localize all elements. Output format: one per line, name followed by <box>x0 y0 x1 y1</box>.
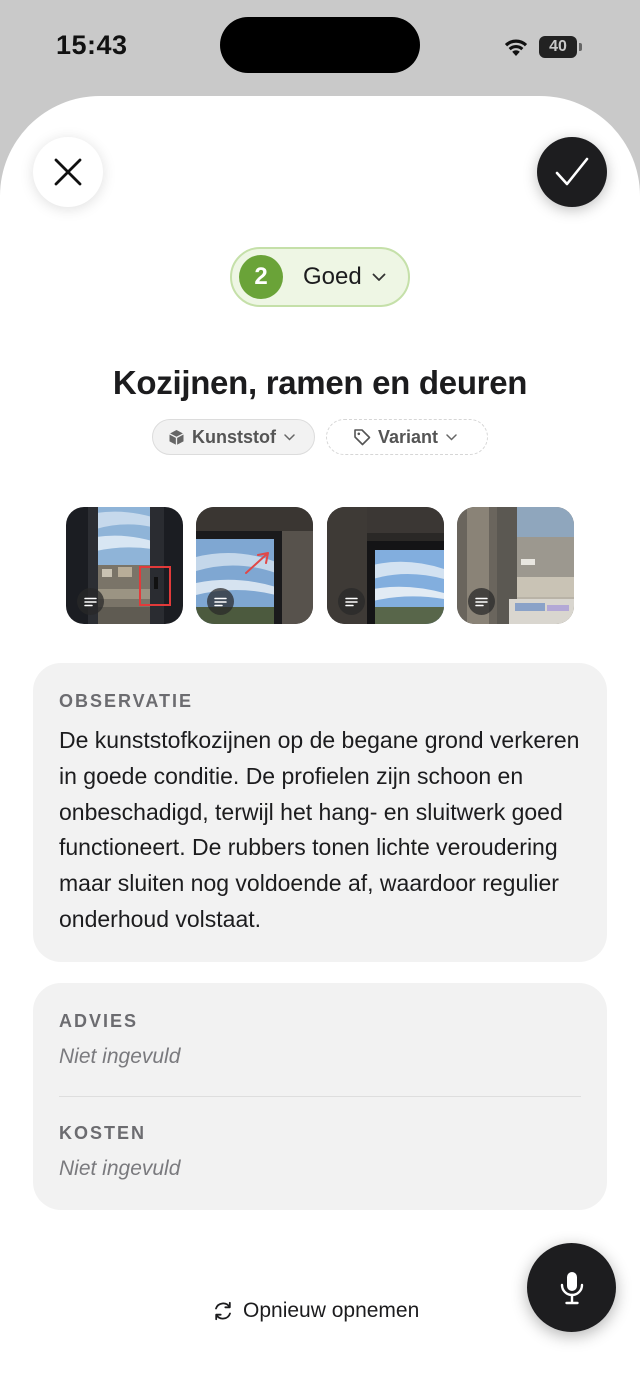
dynamic-island <box>220 17 420 73</box>
note-icon <box>338 588 365 615</box>
photo-thumbnail-2[interactable] <box>196 507 313 624</box>
tag-icon <box>354 429 371 446</box>
wifi-icon <box>504 39 528 56</box>
costs-value[interactable]: Niet ingevuld <box>59 1157 180 1181</box>
chevron-down-icon <box>284 433 295 441</box>
rerecord-label: Opnieuw opnemen <box>243 1299 420 1322</box>
photo-thumbnail-3[interactable] <box>327 507 444 624</box>
rerecord-button[interactable]: Opnieuw opnemen <box>212 1297 419 1325</box>
chevron-down-icon <box>372 273 386 281</box>
note-icon <box>468 588 495 615</box>
costs-label: KOSTEN <box>59 1123 147 1143</box>
advice-value[interactable]: Niet ingevuld <box>59 1045 180 1069</box>
observation-card[interactable]: OBSERVATIE De kunststofkozijnen op de be… <box>33 663 607 962</box>
variant-chip-label: Variant <box>378 426 439 447</box>
status-bar: 15:43 40 <box>0 0 640 96</box>
observation-label: OBSERVATIE <box>59 691 194 711</box>
status-time: 15:43 <box>56 30 128 60</box>
rating-label: Goed <box>303 263 362 290</box>
page-title: Kozijnen, ramen en deuren <box>112 364 528 401</box>
observation-text: De kunststofkozijnen op de begane grond … <box>59 727 580 932</box>
microphone-button[interactable] <box>527 1243 616 1332</box>
close-icon <box>54 158 82 186</box>
note-icon <box>207 588 234 615</box>
battery-tip <box>579 43 582 51</box>
material-chip[interactable]: Kunststof <box>152 419 315 455</box>
chevron-down-icon <box>446 433 457 441</box>
divider <box>59 1096 581 1097</box>
photo-thumbnail-4[interactable] <box>457 507 574 624</box>
advice-costs-card: ADVIES Niet ingevuld KOSTEN Niet ingevul… <box>33 983 607 1210</box>
photo-thumbnail-1[interactable] <box>66 507 183 624</box>
refresh-icon <box>215 1301 231 1321</box>
condition-rating-dropdown[interactable]: 2 Goed <box>230 247 410 307</box>
cube-icon <box>169 429 184 445</box>
confirm-button[interactable] <box>537 137 607 207</box>
variant-chip[interactable]: Variant <box>326 419 488 455</box>
note-icon <box>77 588 104 615</box>
battery-indicator: 40 <box>539 36 577 58</box>
checkmark-icon <box>555 157 589 186</box>
close-button[interactable] <box>33 137 103 207</box>
advice-label: ADVIES <box>59 1011 139 1031</box>
microphone-icon <box>560 1271 583 1304</box>
material-chip-label: Kunststof <box>192 426 276 447</box>
rating-number-badge: 2 <box>239 255 283 299</box>
